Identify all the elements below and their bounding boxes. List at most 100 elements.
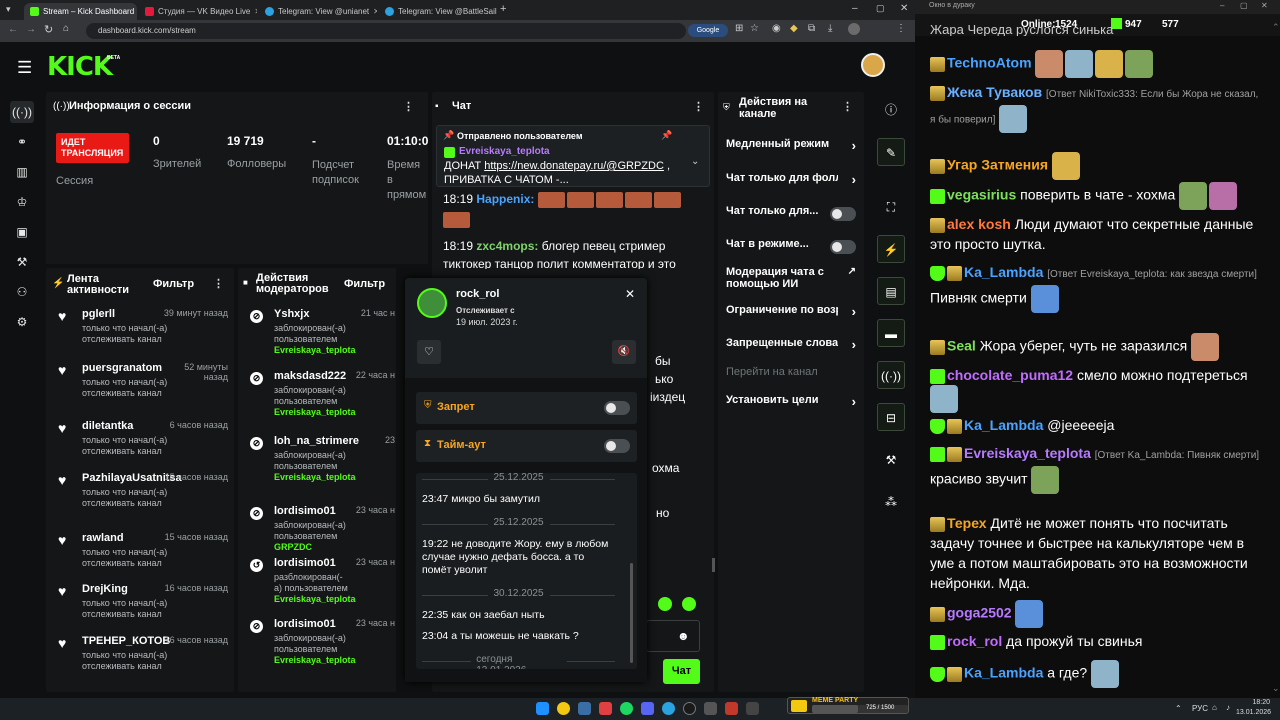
activity-username[interactable]: rawland [82,532,124,544]
mod-action-item[interactable]: ⊘ lordisimo01 23 часа н заблокирован(-а) по… [250,505,395,563]
chat-menu-icon[interactable]: ⋮ [693,100,704,113]
mod-target-username[interactable]: Yshxjx [274,308,309,320]
activity-item[interactable]: ♥ puersgranatom 52 минуты назад только что … [58,362,228,406]
activity-menu-icon[interactable]: ⋮ [213,277,224,290]
activity-item[interactable]: ♥ DrejKing 16 часов назад только что начал(… [58,583,228,627]
nav-link-icon[interactable]: ⚭ [10,131,34,153]
mod-action-item[interactable]: ⊘ loh_na_strimere 23 заблокирован(-а) польз… [250,435,395,493]
chat-input[interactable]: ☻ [646,620,700,652]
overlay-username[interactable]: chocolate_puma12 [947,367,1073,383]
session-menu-icon[interactable]: ⋮ [403,100,414,113]
new-tab-icon[interactable]: + [500,3,506,15]
close-window-icon[interactable]: ✕ [900,3,908,14]
steam-icon[interactable] [578,702,591,715]
activity-item[interactable]: ♥ diletantka 6 часов назад только что начал… [58,420,228,464]
obs-icon[interactable] [683,702,696,715]
pinned-user[interactable]: Evreiskaya_teplota [459,146,550,157]
profile-avatar[interactable] [848,23,860,35]
channel-action-2[interactable]: Чат только для... [726,205,856,225]
ban-row[interactable]: ⛨ Запрет [416,392,637,424]
pinned-message[interactable]: 📌 Отправлено пользователем 📌 Evreiskaya_… [436,125,710,187]
info-icon[interactable]: ⓘ [877,96,905,124]
telegram-icon[interactable] [662,702,675,715]
nav-trophy-icon[interactable]: ♔ [10,191,34,213]
unpin-icon[interactable]: 📌 [661,130,672,141]
overlay-username[interactable]: alex kosh [947,216,1011,232]
activity-item[interactable]: ♥ ТРЕНЕР_КОТОВ 16 часов назад только что на… [58,635,228,679]
chrome-icon[interactable] [557,702,570,715]
edit-pencil-icon[interactable]: ✎ [877,138,905,166]
app-icon[interactable] [725,702,738,715]
mod-action-item[interactable]: ⊘ Yshxjx 21 час н заблокирован(-а) пользова… [250,308,395,366]
mod-action-item[interactable]: ⊘ lordisimo01 23 часа н заблокирован(-а) по… [250,618,395,676]
overlay-scroll-up-icon[interactable]: ⌃ [1272,22,1280,33]
activity-username[interactable]: puersgranatom [82,362,162,374]
kick-logo[interactable]: KICK [47,52,113,82]
url-bar[interactable]: dashboard.kick.com/stream [86,23,686,39]
tools-wrench-icon[interactable]: ⚒ [877,446,905,474]
activity-username[interactable]: pglerll [82,308,115,320]
overlay-username[interactable]: goga2502 [947,605,1012,621]
start-windows-icon[interactable] [536,702,549,715]
capture-icon[interactable]: ⛶ [877,193,905,221]
app-icon[interactable] [599,702,612,715]
mod-target-username[interactable]: maksdasd222 [274,370,346,382]
emote-picker-icon[interactable] [658,597,672,611]
channel-action-7[interactable]: Перейти на канал [726,366,856,386]
close-tab-icon[interactable]: ✕ [373,3,377,20]
activity-username[interactable]: diletantka [82,420,133,432]
minimize-icon[interactable]: – [852,3,858,14]
overlay-username[interactable]: Угар Затмения [947,157,1048,173]
app-icon[interactable] [704,702,717,715]
nav-settings-icon[interactable]: ⚙ [10,311,34,333]
maximize-icon[interactable]: ▢ [876,3,885,14]
nav-community-icon[interactable]: ⚇ [10,281,34,303]
nav-analytics-icon[interactable]: ▥ [10,161,34,183]
clock-time[interactable]: 18:20 [1246,699,1270,706]
activity-item[interactable]: ♥ pglerll 39 минут назад только что начал(-… [58,308,228,352]
channel-action-5[interactable]: Ограничение по возр › [726,304,856,324]
channel-action-3[interactable]: Чат в режиме... [726,238,856,258]
overlay-username[interactable]: Ka_Lambda [964,417,1043,433]
channel-action-6[interactable]: Запрещенные слова › [726,337,856,357]
overlay-username[interactable]: Evreiskaya_teplota [964,445,1091,461]
action-toggle[interactable] [830,240,856,254]
app-icon[interactable] [746,702,759,715]
chat-username[interactable]: Happenix: [476,192,534,206]
extension-icon[interactable]: ◆ [790,23,798,34]
emote-picker-icon[interactable] [682,597,696,611]
chat-scrollbar[interactable] [712,558,715,572]
timeout-row[interactable]: ⧗ Тайм-аут [416,430,637,462]
reload-icon[interactable]: ↻ [44,23,53,36]
overlay-username[interactable]: TechnoAtom [947,55,1032,71]
nav-stream-icon[interactable]: ((·)) [10,101,34,123]
back-icon[interactable]: ← [8,24,18,35]
language-indicator[interactable]: РУС [1192,704,1208,713]
channel-action-4[interactable]: Модерация чата с помощью ИИ ↗ [726,266,856,296]
send-chat-button[interactable]: Чат [663,659,700,684]
close-tab-icon[interactable]: ✕ [254,3,257,20]
tab-telegram-battlesailor[interactable]: Telegram: View @BattleSailor13 ✕ [379,3,497,20]
overlay-username[interactable]: Жека Туваков [947,84,1042,100]
channel-action-0[interactable]: Медленный режим › [726,138,856,158]
overlay-username[interactable]: Seal [947,338,976,354]
forward-icon[interactable]: → [26,24,36,35]
mod-action-item[interactable]: ↺ lordisimo01 23 часа н разблокирован(-а) п… [250,557,395,615]
volume-icon[interactable]: ♪ [1226,703,1230,712]
mod-target-username[interactable]: lordisimo01 [274,618,336,630]
network-icon[interactable]: ⌂ [1212,703,1217,712]
overlay-username[interactable]: Ka_Lambda [964,264,1043,280]
overlay-username[interactable]: vegasirius [947,187,1016,203]
clock-date[interactable]: 13.01.2026 [1236,709,1271,716]
taskbar-chevron-icon[interactable]: ⌃ [1175,704,1182,713]
history-scrollbar[interactable] [630,563,633,663]
mod-target-username[interactable]: lordisimo01 [274,505,336,517]
extension-icon[interactable]: ◉ [772,23,781,34]
nav-tools-icon[interactable]: ⚒ [10,251,34,273]
mod-target-username[interactable]: loh_na_strimere [274,435,359,447]
channel-action-8[interactable]: Установить цели › [726,394,856,414]
download-icon[interactable]: ⤓ [828,23,832,34]
activity-username[interactable]: DrejKing [82,583,128,595]
emoji-icon[interactable]: ☻ [677,629,690,643]
tab-kick-dashboard[interactable]: Stream – Kick Dashboard ✕ [24,3,137,20]
